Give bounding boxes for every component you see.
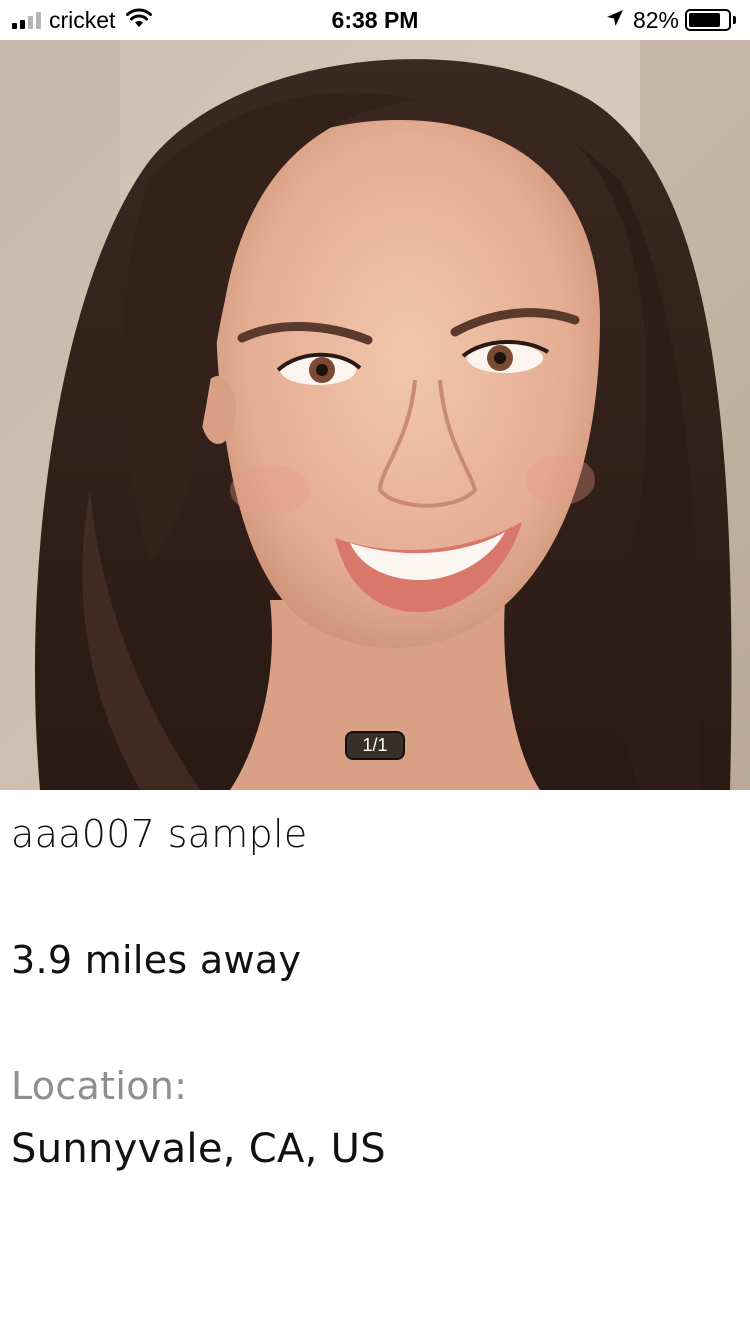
photo-pager-indicator: 1/1 xyxy=(345,731,405,760)
profile-photo[interactable] xyxy=(0,40,750,790)
status-right: 82% xyxy=(605,6,736,33)
profile-distance: 3.9 miles away xyxy=(11,938,302,982)
profile-username: aaa007 sample xyxy=(11,812,308,856)
battery-fill xyxy=(689,13,721,27)
battery-icon xyxy=(685,9,731,31)
location-arrow-icon xyxy=(605,8,625,32)
battery-cap xyxy=(733,16,736,24)
location-label: Location: xyxy=(11,1064,188,1108)
location-value: Sunnyvale, CA, US xyxy=(11,1126,386,1172)
profile-photo-image xyxy=(0,40,750,790)
battery-percent: 82% xyxy=(632,6,679,33)
status-bar: cricket 6:38 PM 82% xyxy=(0,0,750,40)
